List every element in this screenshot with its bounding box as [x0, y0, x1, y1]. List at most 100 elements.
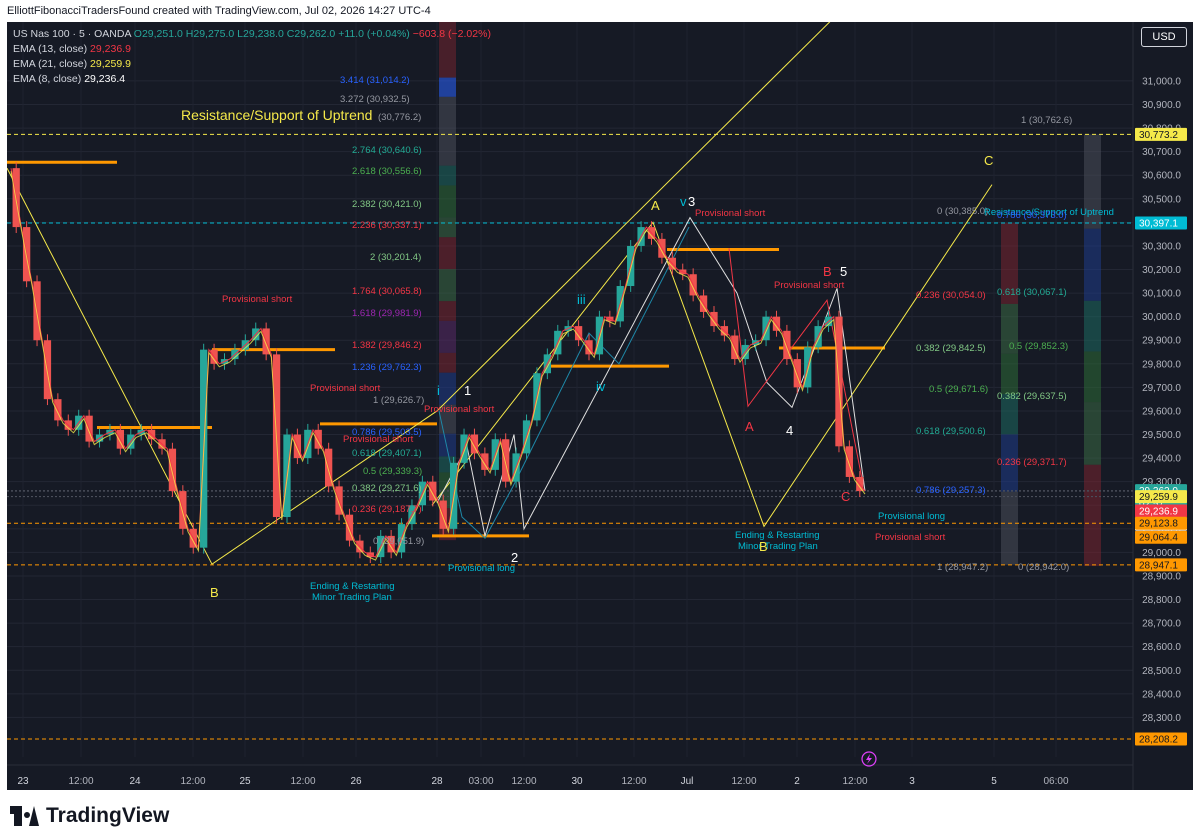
x-tick-label: 26: [350, 776, 362, 787]
x-tick-label: 12:00: [68, 776, 93, 787]
fib-zone: [439, 433, 456, 457]
ema-21-label: EMA (21, close): [13, 58, 88, 70]
x-tick-label: 06:00: [1043, 776, 1068, 787]
y-tick-label: 30,000.0: [1142, 312, 1181, 323]
chart-panel[interactable]: 31,000.030,900.030,800.030,700.030,600.0…: [7, 22, 1193, 790]
tradingview-logo-icon: [10, 806, 39, 826]
fib-zone-right: [1001, 491, 1018, 565]
fib-annotation: 1.382 (29,846.2): [352, 340, 422, 351]
y-tick-label: 28,700.0: [1142, 619, 1181, 630]
fib-annotation: 0.382 (29,842.5): [916, 343, 986, 354]
x-tick-label: 5: [991, 776, 997, 787]
y-tick-label: 28,300.0: [1142, 713, 1181, 724]
wave-label: B: [210, 585, 219, 600]
y-tick-label: 29,900.0: [1142, 336, 1181, 347]
fib-zone: [439, 165, 456, 186]
x-tick-label: 2: [794, 776, 800, 787]
y-tick-label: 28,500.0: [1142, 666, 1181, 677]
y-tick-label: 30,900.0: [1142, 100, 1181, 111]
fib-annotation: 0.5 (29,339.3): [363, 466, 422, 477]
fib-annotation: 0.618 (29,500.6): [916, 426, 986, 437]
fib-annotation: 1.764 (30,065.8): [352, 286, 422, 297]
fib-annotation: Provisional short: [695, 208, 766, 219]
fib-zone: [439, 133, 456, 166]
fib-annotation: 0.236 (30,054.0): [916, 290, 986, 301]
fib-annotation: 2 (30,201.4): [370, 252, 421, 263]
fib-annotation: 0.618 (30,067.1): [997, 287, 1067, 298]
fib-zone-right: [1084, 464, 1101, 567]
y-tick-label: 29,000.0: [1142, 548, 1181, 559]
fib-annotation: 2.618 (30,556.6): [352, 166, 422, 177]
ema-21-row[interactable]: EMA (21, close) 29,259.9: [13, 57, 491, 72]
fib-zone-right: [1084, 300, 1101, 352]
x-tick-label: 30: [571, 776, 583, 787]
fib-annotation: Provisional short: [424, 404, 495, 415]
fib-annotation: 1 (30,762.6): [1021, 115, 1072, 126]
fib-annotation: 1 (29,626.7): [373, 395, 424, 406]
fib-zone-right: [1084, 351, 1101, 403]
caption-text: ElliottFibonacciTradersFound created wit…: [7, 5, 431, 17]
x-tick-label: 03:00: [468, 776, 493, 787]
fib-annotation: Ending & Restarting: [310, 581, 395, 592]
fib-annotation: 2.382 (30,421.0): [352, 199, 422, 210]
fib-annotation: Ending & Restarting: [735, 530, 820, 541]
fib-annotation: Provisional short: [343, 434, 414, 445]
chart-legend: US Nas 100 · 5 · OANDA O29,251.0 H29,275…: [13, 27, 491, 87]
fib-annotation: 1.618 (29,981.9): [352, 308, 422, 319]
wave-label: i: [437, 383, 440, 398]
wave-label: A: [651, 198, 660, 213]
fib-annotation: Provisional short: [875, 532, 946, 543]
y-tick-label: 28,800.0: [1142, 595, 1181, 606]
wave-label: 4: [786, 423, 793, 438]
wave-label: iii: [577, 292, 586, 307]
ema-13-row[interactable]: EMA (13, close) 29,236.9: [13, 42, 491, 57]
x-tick-label: 24: [129, 776, 141, 787]
fib-zone-right: [1001, 353, 1018, 395]
wave-label: A: [745, 419, 754, 434]
change-value: +11.0 (+0.04%): [338, 28, 410, 40]
fib-zone: [439, 96, 456, 134]
fib-annotation: 0.786 (30,373.0): [997, 210, 1067, 221]
ema-8-value: 29,236.4: [84, 73, 126, 85]
wave-label: C: [841, 489, 850, 504]
wave-label: C: [984, 153, 993, 168]
y-tick-label: 29,600.0: [1142, 406, 1181, 417]
fib-annotation: Minor Trading Plan: [312, 592, 392, 603]
price-chart[interactable]: 31,000.030,900.030,800.030,700.030,600.0…: [7, 22, 1193, 790]
y-tick-label: 29,800.0: [1142, 359, 1181, 370]
footer-bar: TradingView: [0, 790, 1200, 839]
wave-label: 3: [688, 194, 695, 209]
fib-annotation: Minor Trading Plan: [738, 541, 818, 552]
y-tick-label: 30,500.0: [1142, 194, 1181, 205]
fib-annotation: 0 (28,942.0): [1018, 562, 1069, 573]
high-value: H29,275.0: [185, 28, 235, 40]
price-badge-label: 28,208.2: [1139, 735, 1178, 746]
fib-annotation: 2.764 (30,640.6): [352, 145, 422, 156]
fib-annotation: 0.382 (29,637.5): [997, 391, 1067, 402]
fib-zone: [439, 320, 456, 353]
price-badge-label: 28,947.1: [1139, 560, 1178, 571]
y-tick-label: 30,600.0: [1142, 171, 1181, 182]
ema-8-row[interactable]: EMA (8, close) 29,236.4: [13, 72, 491, 87]
y-tick-label: 28,900.0: [1142, 571, 1181, 582]
fib-annotation: 2.236 (30,337.1): [352, 220, 422, 231]
symbol-name[interactable]: US Nas 100 · 5 · OANDA: [13, 28, 131, 40]
fib-annotation: 1 (28,947.2): [937, 562, 988, 573]
x-tick-label: 12:00: [621, 776, 646, 787]
currency-button[interactable]: USD: [1141, 27, 1187, 47]
wave-label: v: [680, 194, 687, 209]
price-badge-label: 29,259.9: [1139, 492, 1178, 503]
fib-zone: [439, 269, 456, 302]
fib-annotation: 1.236 (29,762.3): [352, 362, 422, 373]
fib-annotation: Provisional short: [222, 294, 293, 305]
y-tick-label: 30,200.0: [1142, 265, 1181, 276]
y-tick-label: 29,700.0: [1142, 383, 1181, 394]
y-tick-label: 29,400.0: [1142, 454, 1181, 465]
low-value: L29,238.0: [237, 28, 284, 40]
x-tick-label: Jul: [681, 776, 694, 787]
fib-zone: [439, 301, 456, 321]
fib-annotation: Provisional long: [878, 511, 945, 522]
fib-annotation: 0.236 (29,371.7): [997, 457, 1067, 468]
price-badge-label: 29,236.9: [1139, 507, 1178, 518]
fib-zone: [439, 217, 456, 238]
